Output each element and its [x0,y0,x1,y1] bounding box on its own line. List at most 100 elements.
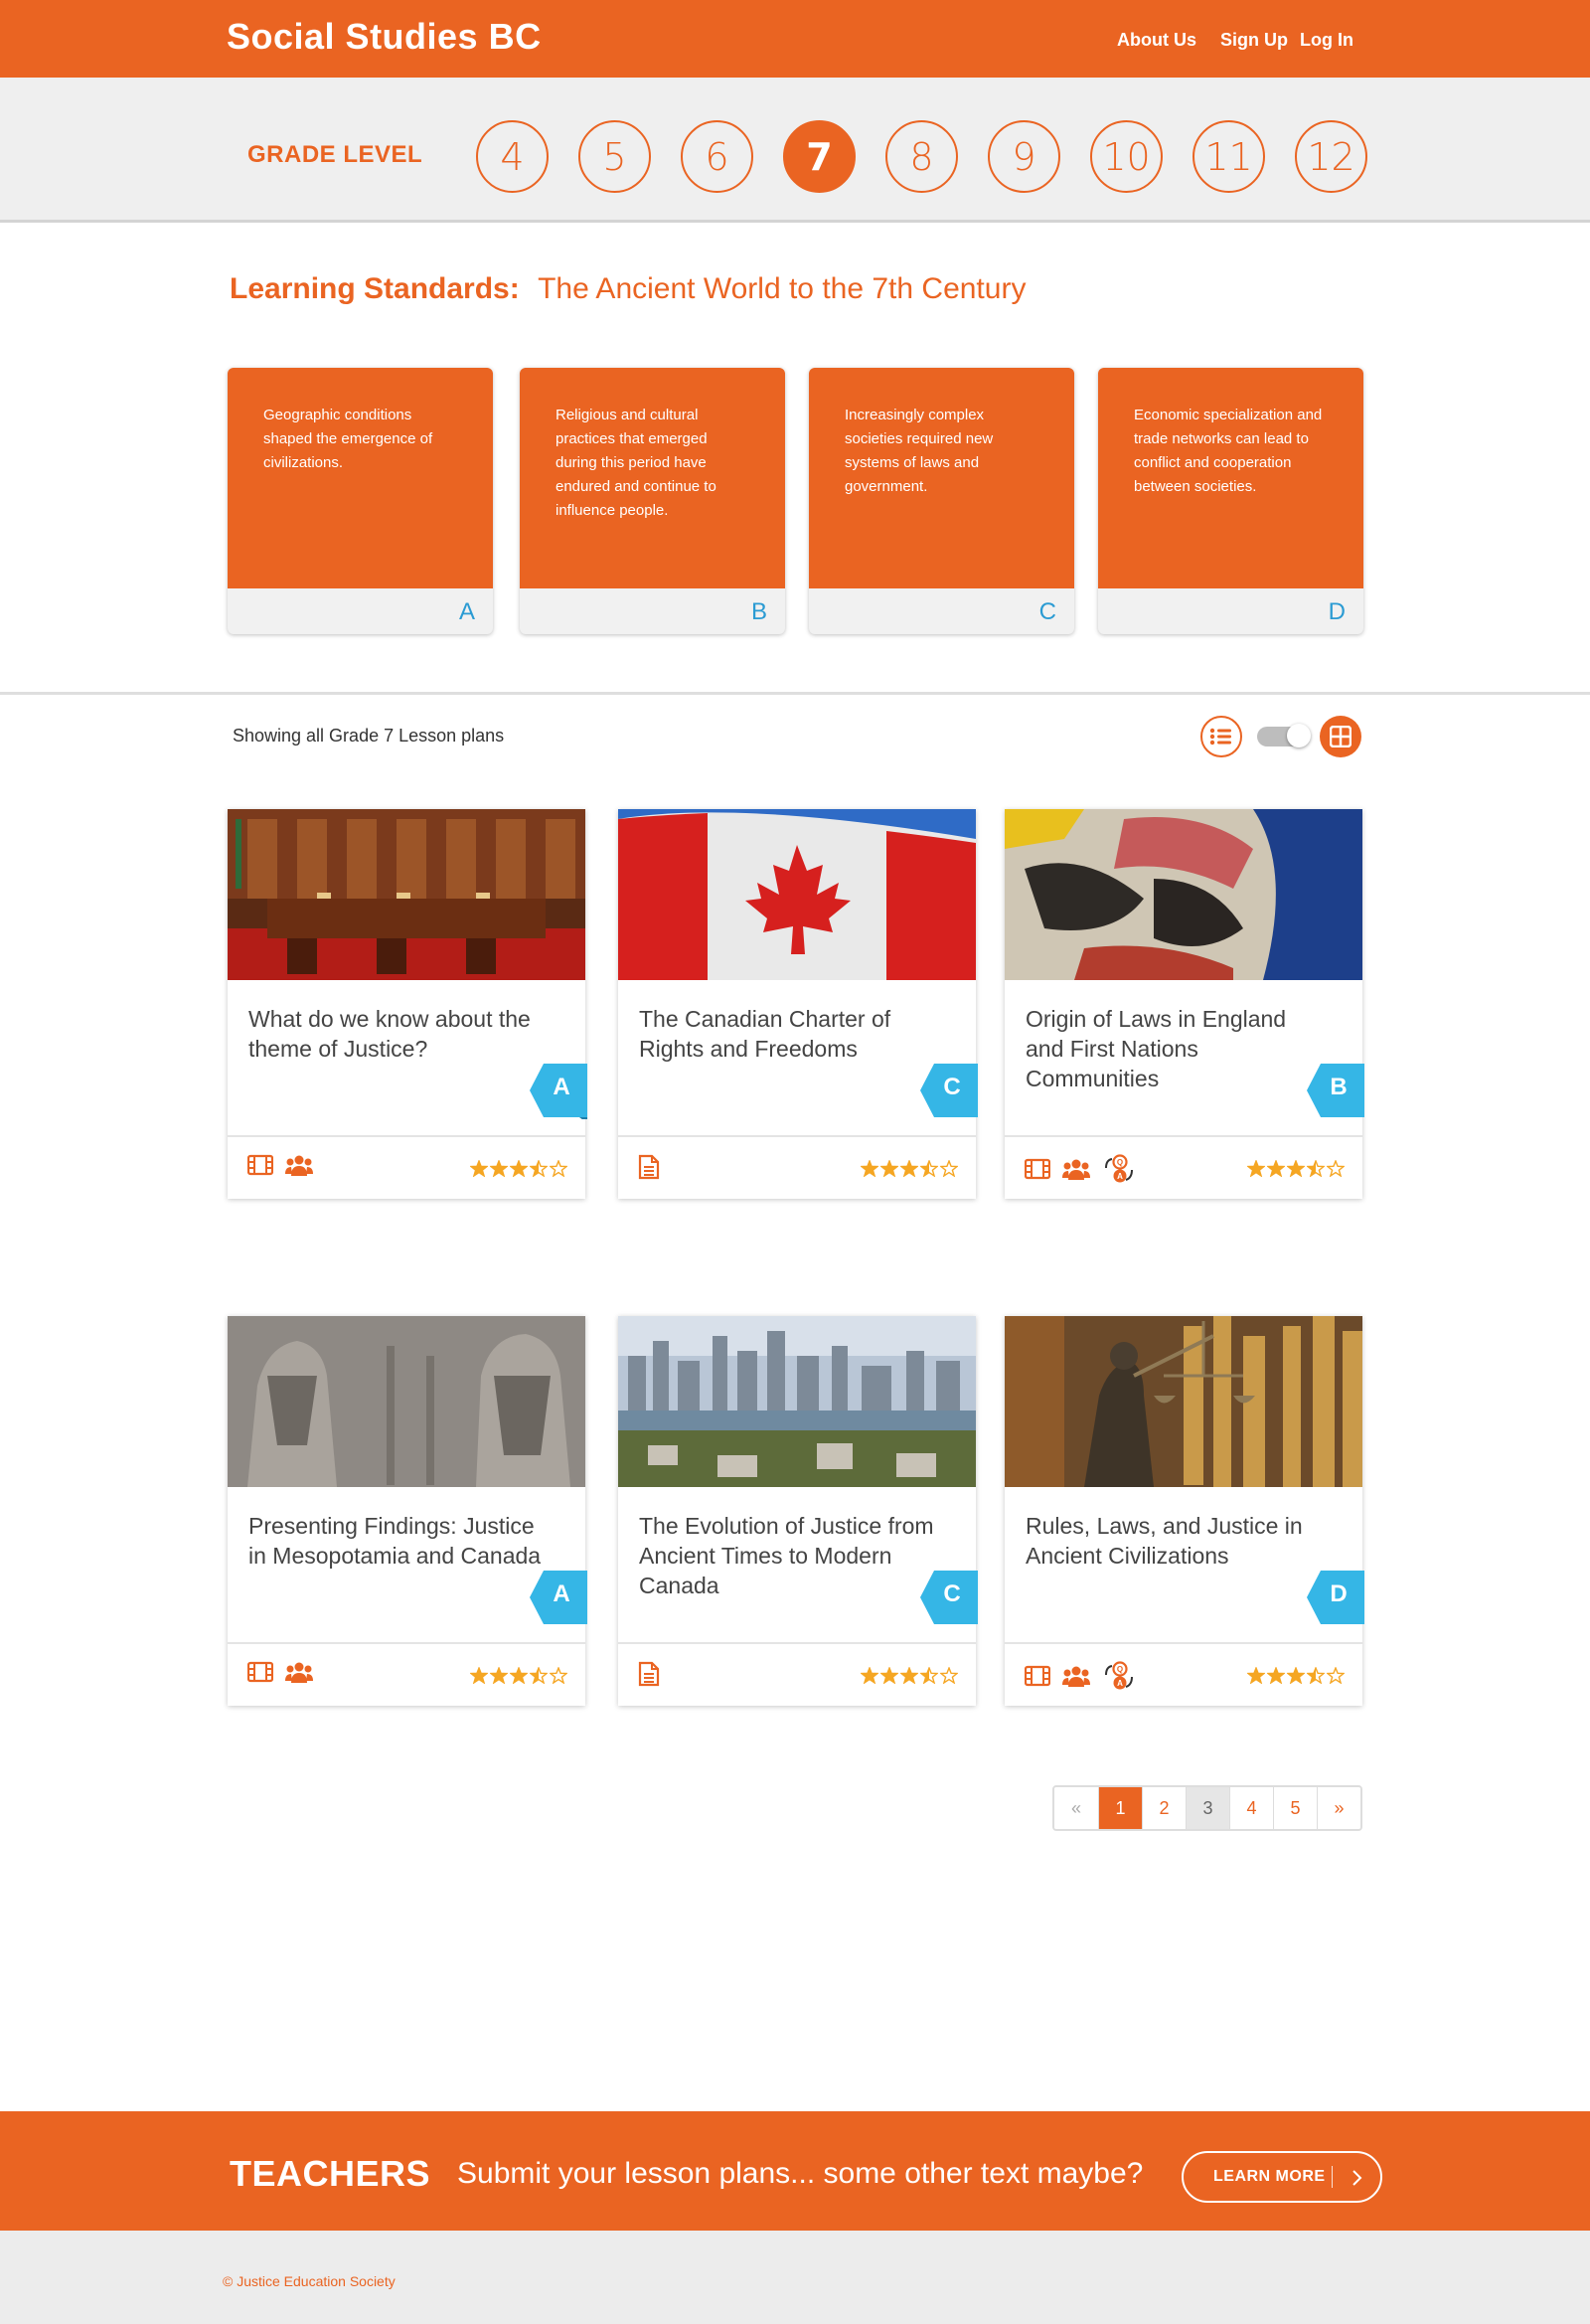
star-full-icon [1267,1667,1285,1684]
grade-11-button[interactable]: 11 [1192,120,1265,193]
card-divider [618,1642,976,1644]
star-full-icon [490,1160,508,1177]
star-full-icon [880,1667,898,1684]
grade-4-button[interactable]: 4 [476,120,549,193]
star-full-icon [861,1667,878,1684]
group-icon [1062,1159,1090,1180]
lesson-title[interactable]: Rules, Laws, and Justice in Ancient Civi… [1026,1511,1324,1571]
totem-pole-image [1005,809,1362,980]
lesson-card[interactable]: The Canadian Charter of Rights and Freed… [618,809,978,1199]
group-icon [1062,1666,1090,1687]
lesson-title[interactable]: The Canadian Charter of Rights and Freed… [639,1004,937,1064]
qa-icon: QA [1105,1154,1133,1183]
standard-text: Economic specialization and trade networ… [1134,407,1323,495]
standard-tag: C [920,1569,978,1626]
standard-letter: C [1038,598,1056,625]
lesson-card[interactable]: Presenting Findings: Justice in Mesopota… [228,1316,587,1706]
star-full-icon [1247,1160,1265,1177]
star-full-icon [510,1667,528,1684]
footer: © Justice Education Society [0,2231,1590,2324]
pagination-next[interactable]: » [1317,1787,1360,1829]
lesson-card[interactable]: What do we know about the theme of Justi… [228,809,587,1199]
star-empty-icon [1327,1667,1345,1684]
star-half-icon [920,1160,938,1177]
nav-about-us-link[interactable]: About Us [1117,30,1196,51]
top-nav: About Us Sign Up Log In [1117,30,1353,51]
grade-level-bar: GRADE LEVEL 4 5 6 7 8 9 10 11 12 [0,78,1590,223]
star-full-icon [1287,1160,1305,1177]
grade-6-button[interactable]: 6 [681,120,753,193]
list-view-button[interactable] [1200,716,1242,757]
learning-standards-heading: Learning Standards: [230,272,520,305]
lesson-title[interactable]: The Evolution of Justice from Ancient Ti… [639,1511,937,1600]
learning-standards-subtitle: The Ancient World to the 7th Century [538,272,1027,305]
star-empty-icon [550,1160,567,1177]
card-divider [228,1135,585,1137]
standard-letter: A [458,598,475,625]
resource-icons [247,1661,313,1683]
star-full-icon [510,1160,528,1177]
nav-log-in-link[interactable]: Log In [1300,30,1353,51]
standard-card-b[interactable]: Religious and cultural practices that em… [520,368,785,634]
standard-tag: B [1307,1062,1364,1119]
grade-9-button[interactable]: 9 [988,120,1060,193]
site-brand[interactable]: Social Studies BC [227,16,542,58]
lesson-card[interactable]: Origin of Laws in England and First Nati… [1005,809,1364,1199]
pagination-page-1[interactable]: 1 [1098,1787,1142,1829]
rating-stars [1247,1160,1345,1177]
standard-tag: C [920,1062,978,1119]
nav-sign-up-link[interactable]: Sign Up [1220,30,1288,51]
star-half-icon [530,1667,548,1684]
standard-letter: D [1328,598,1346,625]
learn-more-button[interactable]: LEARN MORE [1182,2151,1382,2203]
grade-selector: 4 5 6 7 8 9 10 11 12 [476,120,1367,193]
document-icon [638,1661,660,1687]
lesson-card[interactable]: Rules, Laws, and Justice in Ancient Civi… [1005,1316,1364,1706]
grade-7-button[interactable]: 7 [783,120,856,193]
teachers-banner: TEACHERS Submit your lesson plans... som… [0,2111,1590,2231]
banner-title: TEACHERS [230,2153,431,2194]
document-icon [638,1154,660,1180]
lesson-title[interactable]: Presenting Findings: Justice in Mesopota… [248,1511,547,1571]
pagination: « 1 2 3 4 5 » [1052,1785,1362,1831]
copyright-text: © Justice Education Society [223,2273,396,2289]
pagination-page-4[interactable]: 4 [1229,1787,1273,1829]
lesson-card[interactable]: The Evolution of Justice from Ancient Ti… [618,1316,978,1706]
view-toggle-switch[interactable] [1257,724,1311,747]
standard-tag-letter: B [1330,1074,1348,1100]
grade-5-button[interactable]: 5 [578,120,651,193]
lesson-title[interactable]: What do we know about the theme of Justi… [248,1004,547,1064]
grid-icon [1330,726,1352,747]
standard-card-d[interactable]: Economic specialization and trade networ… [1098,368,1363,634]
svg-text:A: A [1117,1679,1123,1688]
standard-card-a[interactable]: Geographic conditions shaped the emergen… [228,368,493,634]
film-icon [1025,1158,1050,1180]
pagination-page-5[interactable]: 5 [1273,1787,1317,1829]
star-half-icon [920,1667,938,1684]
resource-icons [247,1154,313,1176]
grid-view-button[interactable] [1320,716,1361,757]
pagination-page-3[interactable]: 3 [1186,1787,1229,1829]
standard-card-c[interactable]: Increasingly complex societies required … [809,368,1074,634]
grade-8-button[interactable]: 8 [885,120,958,193]
standard-letter: B [750,598,767,625]
standard-tag: A [530,1569,587,1626]
resource-icons: QA [1025,1661,1136,1691]
star-half-icon [1307,1160,1325,1177]
rating-stars [1247,1667,1345,1684]
lady-justice-image [1005,1316,1362,1487]
rating-stars [470,1667,567,1684]
pagination-prev[interactable]: « [1054,1787,1098,1829]
resource-icons [638,1154,660,1180]
resource-icons [638,1661,660,1687]
grade-10-button[interactable]: 10 [1090,120,1163,193]
card-divider [228,1642,585,1644]
card-divider [1005,1642,1362,1644]
toggle-knob [1287,724,1311,747]
pagination-page-2[interactable]: 2 [1142,1787,1186,1829]
card-divider [1005,1135,1362,1137]
grade-level-label: GRADE LEVEL [247,141,423,168]
rating-stars [470,1160,567,1177]
lesson-title[interactable]: Origin of Laws in England and First Nati… [1026,1004,1324,1093]
grade-12-button[interactable]: 12 [1295,120,1367,193]
